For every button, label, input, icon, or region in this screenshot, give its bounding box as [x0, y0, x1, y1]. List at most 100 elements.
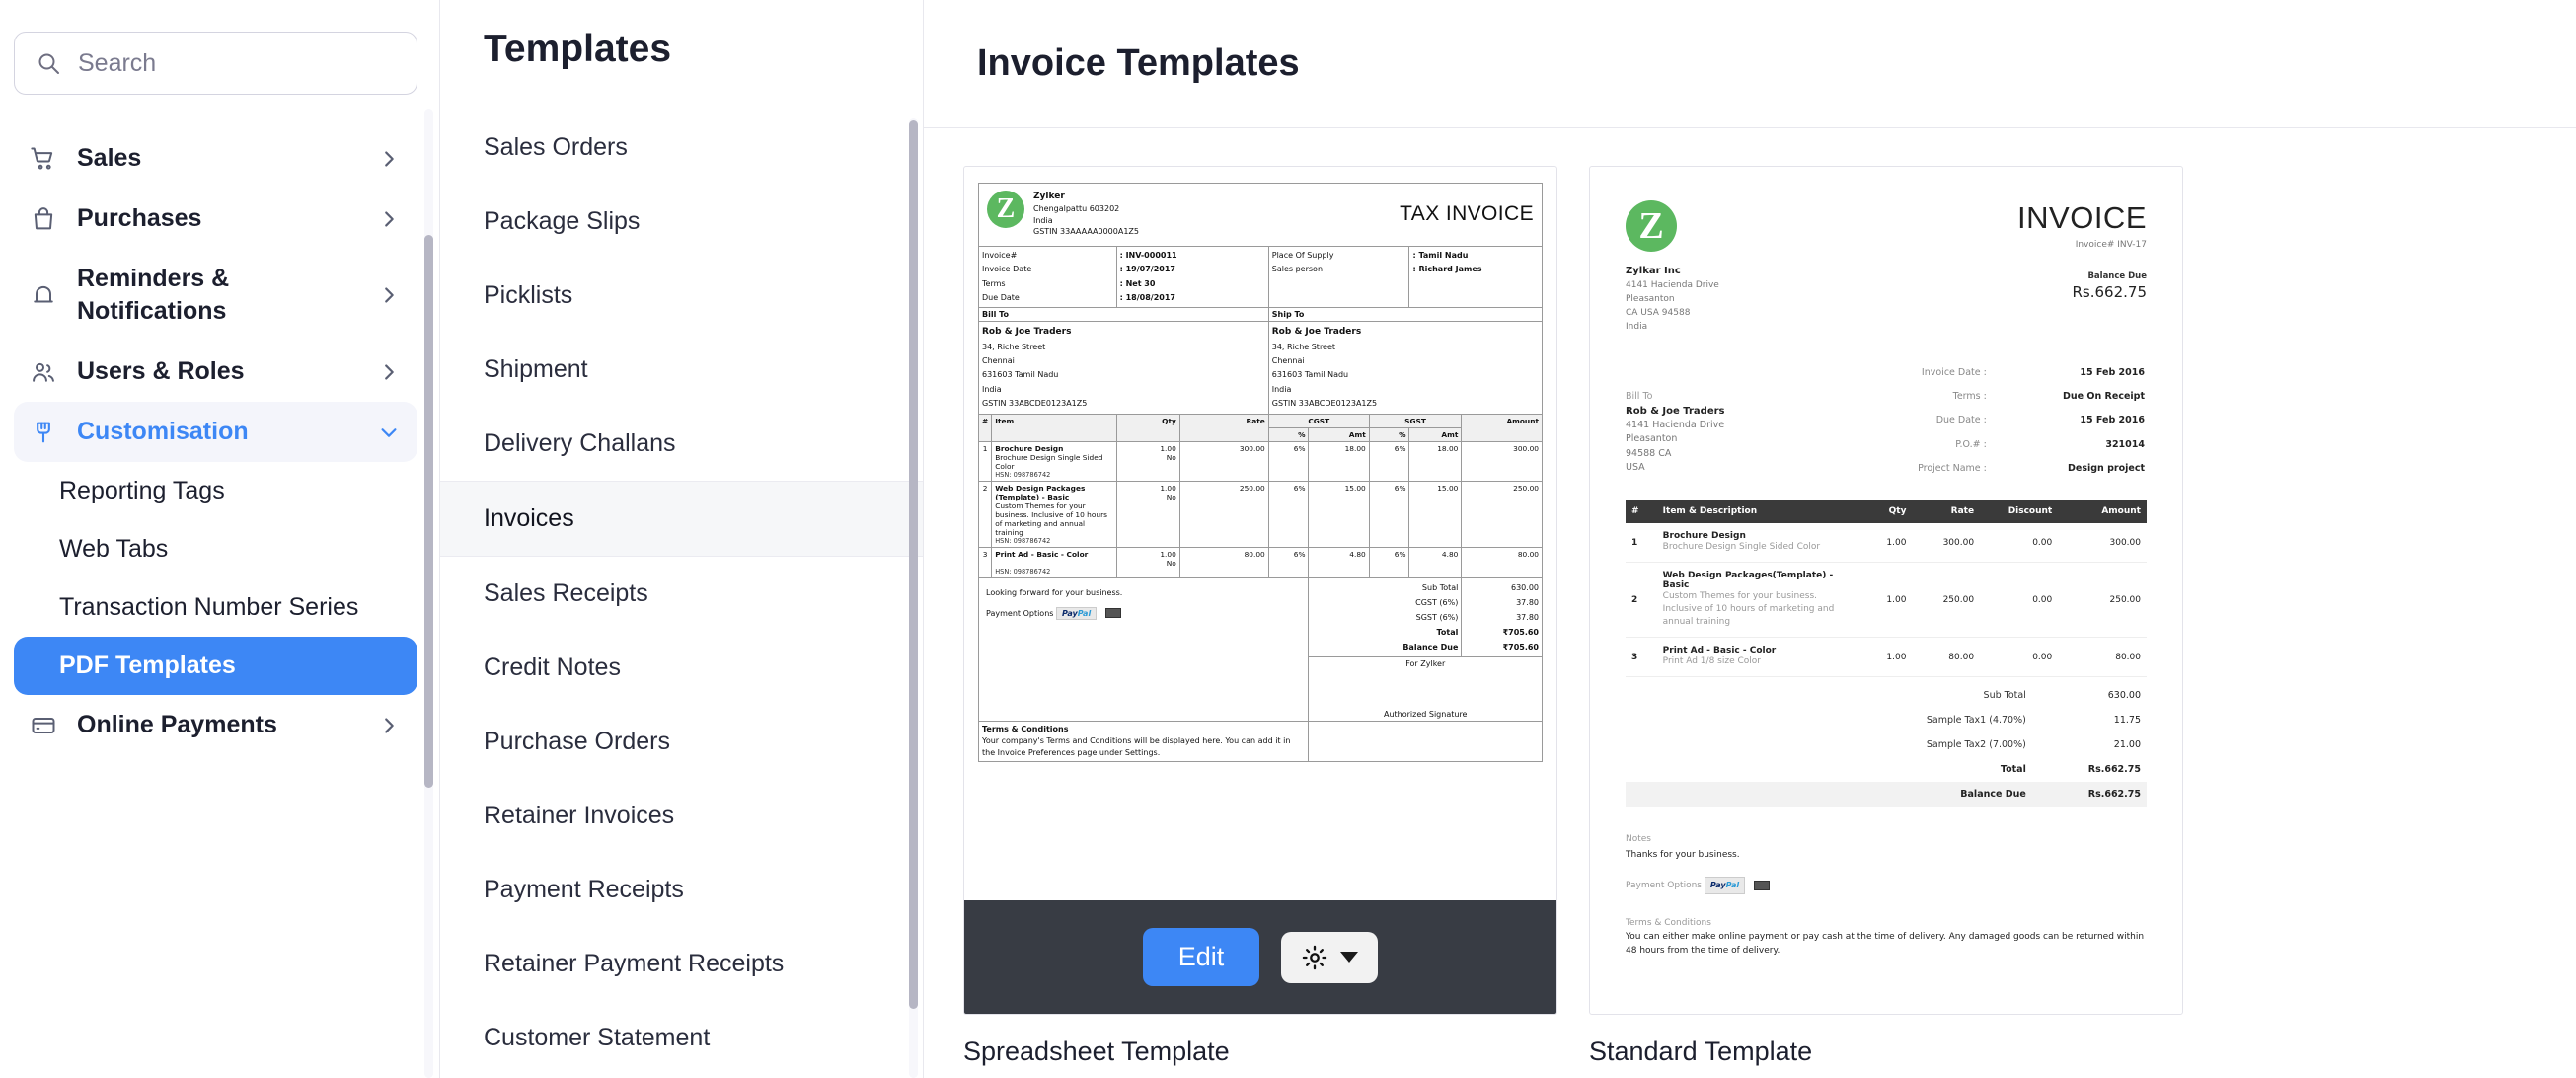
- row-sgst-pct: 6%: [1369, 481, 1409, 547]
- sidebar-item-reminders-notifications[interactable]: Reminders & Notifications: [14, 249, 417, 342]
- ship-to-name: Rob & Joe Traders: [1272, 324, 1539, 340]
- ship-to-label: Ship To: [1268, 308, 1542, 322]
- sidebar-subitem-web-tabs[interactable]: Web Tabs: [14, 520, 417, 578]
- template-item-label: Picklists: [484, 281, 572, 309]
- sidebar-item-customisation[interactable]: Customisation: [14, 402, 417, 462]
- total-label: Balance Due: [1312, 640, 1458, 654]
- total-label: Total: [1626, 757, 2032, 782]
- row-number: 3: [979, 547, 992, 578]
- total-label: Balance Due: [1626, 782, 2032, 807]
- search-input[interactable]: [78, 49, 395, 78]
- ship-to-line: GSTIN 33ABCDE0123A1Z5: [1272, 397, 1539, 411]
- total-label: Sample Tax1 (4.70%): [1626, 708, 2032, 732]
- template-item-payment-receipts[interactable]: Payment Receipts: [440, 853, 923, 927]
- row-number: 1: [979, 441, 992, 481]
- template-card-grid: Z Zylker Chengalpattu 603202 India GSTIN…: [924, 128, 2576, 1067]
- meta-key: Invoice Date :: [1856, 362, 2001, 384]
- payment-options-label: Payment Options: [1626, 881, 1702, 890]
- row-sgst-pct: 6%: [1369, 441, 1409, 481]
- sidebar-item-sales[interactable]: Sales: [14, 128, 417, 189]
- template-item-customer-statement[interactable]: Customer Statement: [440, 1001, 923, 1075]
- row-desc: Custom Themes for your business. Inclusi…: [1663, 590, 1850, 629]
- invoice-meta-table: Invoice Date :15 Feb 2016 Terms :Due On …: [1855, 360, 2147, 483]
- balance-due-value: Rs.662.75: [2017, 283, 2147, 301]
- row-sgst-amt: 4.80: [1409, 547, 1462, 578]
- edit-button[interactable]: Edit: [1143, 928, 1260, 986]
- template-item-purchase-orders[interactable]: Purchase Orders: [440, 705, 923, 779]
- table-row: 1 Brochure DesignBrochure Design Single …: [1626, 523, 2147, 563]
- row-amount: 300.00: [1462, 441, 1543, 481]
- row-number: 1: [1626, 523, 1657, 563]
- meta-key: Sales person: [1272, 263, 1406, 276]
- template-item-retainer-payment-receipts[interactable]: Retainer Payment Receipts: [440, 927, 923, 1001]
- sidebar-item-label: Sales: [77, 142, 358, 175]
- row-qty: 1.00: [1120, 550, 1176, 559]
- sidebar-subitem-transaction-number-series[interactable]: Transaction Number Series: [14, 578, 417, 637]
- row-sgst-pct: 6%: [1369, 547, 1409, 578]
- row-qty: 1.00: [1120, 444, 1176, 453]
- caret-down-icon: [1340, 952, 1358, 962]
- company-address-line: 4141 Hacienda Drive: [1626, 279, 1719, 293]
- template-item-sales-receipts[interactable]: Sales Receipts: [440, 557, 923, 631]
- balance-due-label: Balance Due: [2017, 271, 2147, 281]
- col-header: Qty: [1116, 414, 1179, 441]
- notes-block: Notes Thanks for your business. Payment …: [1626, 832, 2147, 958]
- col-header: %: [1369, 427, 1409, 441]
- sidebar-item-purchases[interactable]: Purchases: [14, 189, 417, 249]
- chevron-right-icon: [378, 208, 400, 230]
- sidebar-item-label: Reminders & Notifications: [77, 263, 358, 328]
- template-item-sales-orders[interactable]: Sales Orders: [440, 111, 923, 185]
- line-items-table: # Item & Description Qty Rate Discount A…: [1626, 500, 2147, 677]
- template-item-label: Sales Orders: [484, 133, 628, 161]
- sidebar-subitem-reporting-tags[interactable]: Reporting Tags: [14, 462, 417, 520]
- signature-label: Authorized Signature: [1312, 710, 1539, 719]
- template-item-picklists[interactable]: Picklists: [440, 259, 923, 333]
- sidebar-item-label: Online Payments: [77, 709, 358, 741]
- row-number: 2: [979, 481, 992, 547]
- sidebar-scrollbar-thumb[interactable]: [424, 235, 433, 788]
- template-item-shipment[interactable]: Shipment: [440, 333, 923, 407]
- template-item-package-slips[interactable]: Package Slips: [440, 185, 923, 259]
- company-name: Zylkar Inc: [1626, 266, 1681, 276]
- row-rate: 300.00: [1912, 523, 1980, 563]
- row-item: Brochure Design: [995, 444, 1112, 453]
- row-sgst-amt: 18.00: [1409, 441, 1462, 481]
- row-unit: No: [1120, 559, 1176, 568]
- company-address-line2: India: [1033, 215, 1139, 227]
- sidebar-item-users-roles[interactable]: Users & Roles: [14, 342, 417, 402]
- company-logo: Z: [987, 191, 1024, 228]
- template-card-standard[interactable]: Z Zylkar Inc 4141 Hacienda Drive Pleasan…: [1589, 166, 2183, 1067]
- template-item-credit-notes[interactable]: Credit Notes: [440, 631, 923, 705]
- template-preview-standard[interactable]: Z Zylkar Inc 4141 Hacienda Drive Pleasan…: [1589, 166, 2183, 1015]
- sidebar-item-online-payments[interactable]: Online Payments: [14, 695, 417, 755]
- meta-key: P.O.# :: [1856, 434, 2001, 456]
- template-settings-button[interactable]: [1281, 932, 1378, 983]
- row-desc: Print Ad 1/8 size Color: [1663, 655, 1850, 668]
- row-amount: 250.00: [2058, 563, 2147, 638]
- row-item: Print Ad - Basic - Color: [995, 550, 1112, 559]
- paypal-icon: PayPal: [1705, 877, 1745, 894]
- row-hsn: HSN: 098786742: [995, 568, 1112, 576]
- document-title: INVOICE: [2017, 200, 2147, 236]
- template-preview-spreadsheet[interactable]: Z Zylker Chengalpattu 603202 India GSTIN…: [963, 166, 1557, 1015]
- gear-icon: [1301, 944, 1328, 971]
- bill-to-label: Bill To: [979, 308, 1269, 322]
- meta-value: : Richard James: [1412, 263, 1539, 276]
- row-amount: 250.00: [1462, 481, 1543, 547]
- chevron-down-icon: [378, 422, 400, 443]
- template-item-invoices[interactable]: Invoices: [440, 481, 923, 557]
- template-item-retainer-invoices[interactable]: Retainer Invoices: [440, 779, 923, 853]
- total-value: Rs.662.75: [2032, 782, 2147, 807]
- total-label: Sub Total: [1312, 580, 1458, 595]
- templates-scrollbar-thumb[interactable]: [909, 120, 918, 1009]
- search-box[interactable]: [14, 32, 417, 95]
- template-card-spreadsheet[interactable]: Z Zylker Chengalpattu 603202 India GSTIN…: [963, 166, 1557, 1067]
- row-cgst-amt: 18.00: [1309, 441, 1369, 481]
- row-discount: 0.00: [1980, 563, 2058, 638]
- row-qty: 1.00: [1120, 484, 1176, 493]
- col-group-header: CGST: [1268, 414, 1369, 427]
- row-qty: 1.00: [1855, 638, 1912, 677]
- sidebar-subitem-pdf-templates[interactable]: PDF Templates: [14, 637, 417, 695]
- template-item-delivery-challans[interactable]: Delivery Challans: [440, 407, 923, 481]
- templates-panel: Templates Sales Orders Package Slips Pic…: [440, 0, 924, 1078]
